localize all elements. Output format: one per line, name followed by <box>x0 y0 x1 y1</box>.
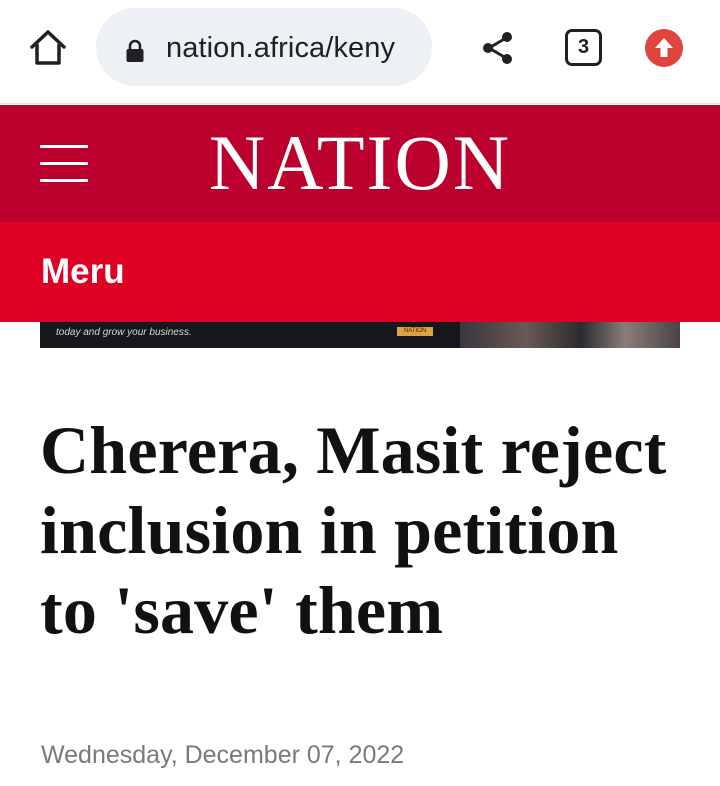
browser-toolbar: nation.africa/keny 3 <box>0 0 720 104</box>
section-title[interactable]: Meru <box>41 252 125 292</box>
ad-logo: NATION <box>397 327 433 336</box>
site-header: NATION <box>0 105 720 222</box>
upload-icon[interactable] <box>645 29 683 67</box>
section-bar: Meru <box>0 222 720 322</box>
ad-image <box>460 322 680 348</box>
advertisement-banner[interactable]: today and grow your business. NATION <box>40 322 680 348</box>
article-headline: Cherera, Masit reject inclusion in petit… <box>40 412 667 648</box>
article-date: Wednesday, December 07, 2022 <box>41 741 405 769</box>
home-icon[interactable] <box>26 26 70 70</box>
share-icon[interactable] <box>478 28 518 68</box>
site-logo[interactable]: NATION <box>0 123 720 203</box>
tab-switcher-icon[interactable]: 3 <box>565 29 602 66</box>
address-bar[interactable]: nation.africa/keny <box>96 8 432 86</box>
ad-text: today and grow your business. <box>56 327 192 338</box>
url-text: nation.africa/keny <box>166 32 396 64</box>
lock-icon <box>125 39 145 63</box>
